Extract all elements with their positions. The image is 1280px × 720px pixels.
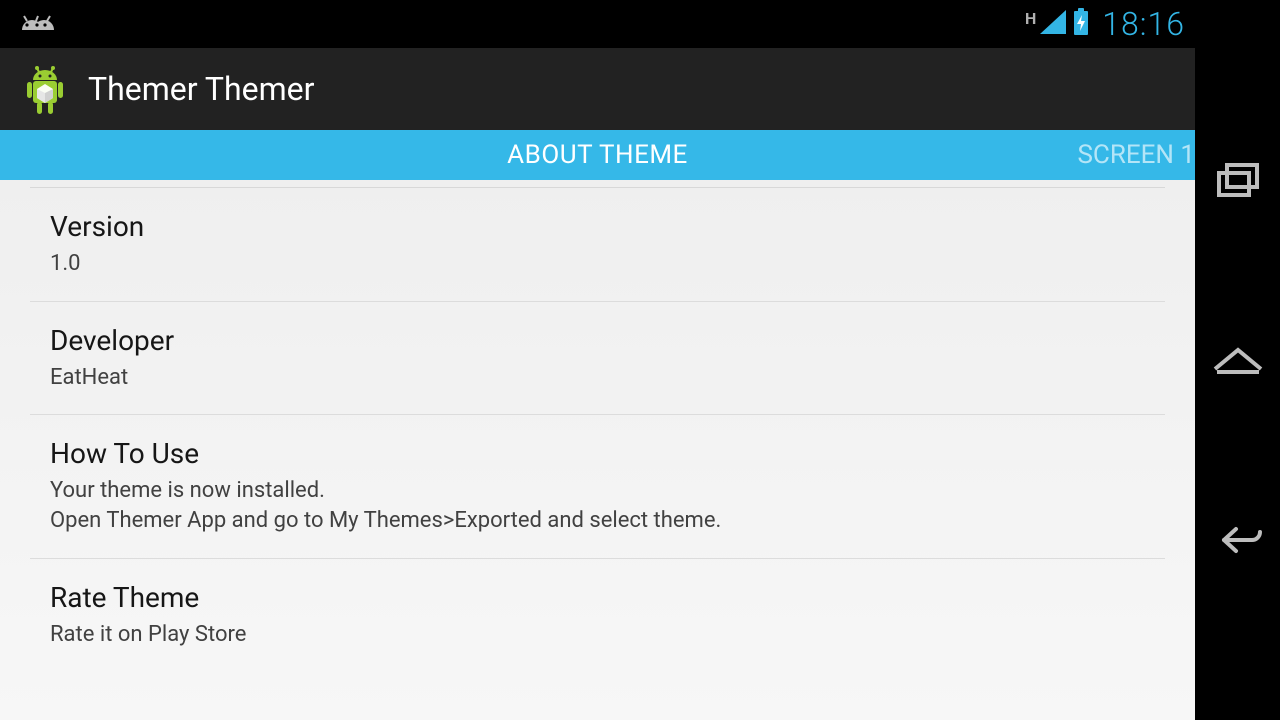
list-item-rate-theme[interactable]: Rate Theme Rate it on Play Store	[30, 559, 1165, 672]
android-cube-icon	[20, 64, 70, 114]
clock: 18:16	[1102, 5, 1185, 43]
item-subtitle: EatHeat	[50, 363, 1145, 393]
screen: H 18:16	[0, 0, 1195, 720]
android-debug-icon	[14, 10, 58, 38]
item-title: Rate Theme	[50, 581, 1145, 614]
back-button[interactable]	[1208, 510, 1268, 570]
item-subtitle: 1.0	[50, 249, 1145, 279]
system-nav-bar	[1195, 0, 1280, 720]
item-title: How To Use	[50, 437, 1145, 470]
list-item-developer[interactable]: Developer EatHeat	[30, 302, 1165, 416]
home-button[interactable]	[1208, 330, 1268, 390]
tab-strip[interactable]: ABOUT THEME SCREEN 1	[0, 130, 1195, 180]
tab-about-theme[interactable]: ABOUT THEME	[0, 140, 1195, 170]
item-subtitle: Rate it on Play Store	[50, 620, 1145, 650]
tab-screen-1[interactable]: SCREEN 1	[1077, 140, 1195, 170]
signal-icon	[1040, 10, 1066, 38]
content-area: Version 1.0 Developer EatHeat How To Use…	[0, 180, 1195, 720]
list-item-version[interactable]: Version 1.0	[30, 188, 1165, 302]
action-bar: Themer Themer	[0, 48, 1195, 130]
network-type-label: H	[1025, 9, 1036, 28]
status-bar: H 18:16	[0, 0, 1195, 48]
device-frame: H 18:16	[0, 0, 1280, 720]
item-title: Version	[50, 210, 1145, 243]
item-subtitle: Your theme is now installed. Open Themer…	[50, 476, 1145, 535]
recent-apps-button[interactable]	[1208, 150, 1268, 210]
list-item-how-to-use[interactable]: How To Use Your theme is now installed. …	[30, 415, 1165, 558]
item-title: Developer	[50, 324, 1145, 357]
battery-charging-icon	[1072, 8, 1090, 40]
status-right: H 18:16	[1025, 5, 1185, 43]
status-left	[14, 10, 58, 38]
app-title: Themer Themer	[88, 70, 314, 108]
